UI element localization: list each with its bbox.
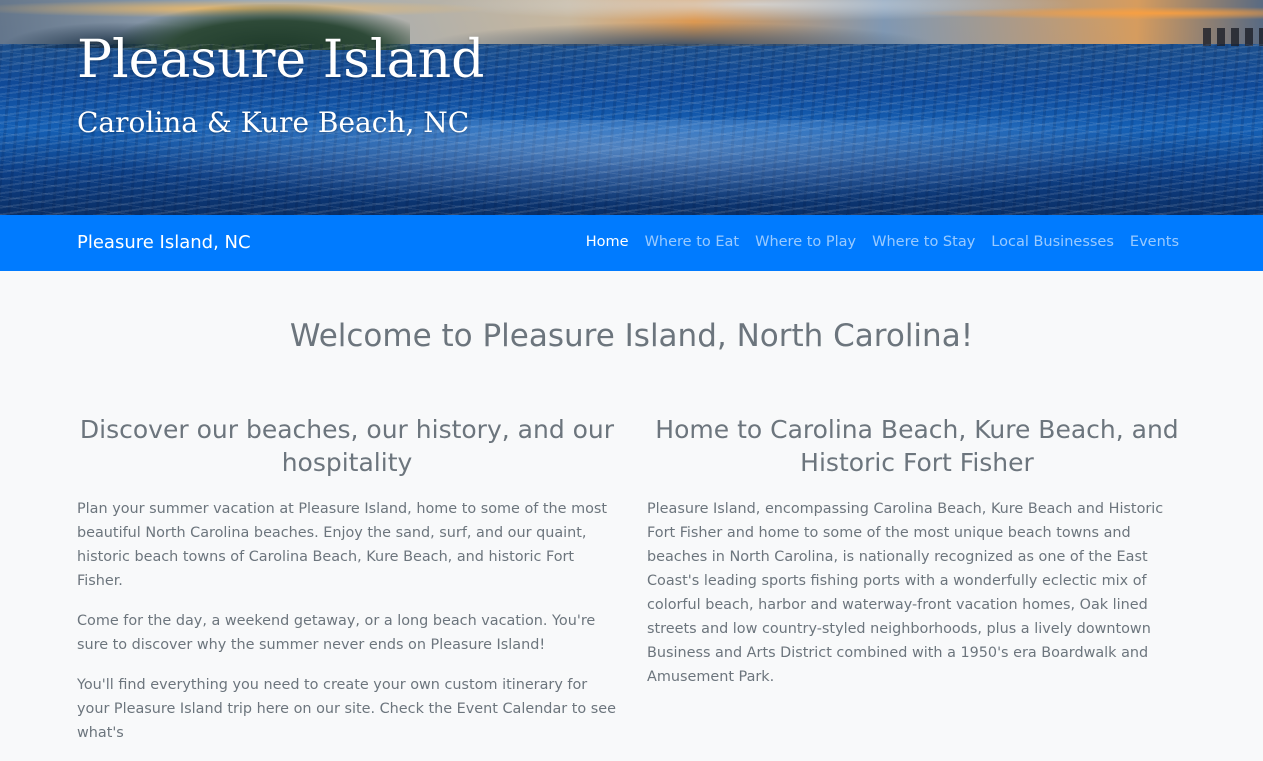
nav-item-home[interactable]: Home [586, 234, 629, 250]
nav-item-local-businesses[interactable]: Local Businesses [991, 234, 1114, 250]
nav-item-where-to-play[interactable]: Where to Play [755, 234, 856, 250]
discover-heading: Discover our beaches, our history, and o… [79, 415, 615, 477]
hero-title: Pleasure Island [77, 30, 485, 90]
nav-item-where-to-eat[interactable]: Where to Eat [645, 234, 740, 250]
nav-item-events[interactable]: Events [1130, 234, 1179, 250]
nav-links: Home Where to Eat Where to Play Where to… [586, 234, 1179, 250]
hero-banner: Pleasure Island Carolina & Kure Beach, N… [0, 0, 1263, 215]
main-navbar: Pleasure Island, NC Home Where to Eat Wh… [0, 215, 1263, 271]
nav-item-where-to-stay[interactable]: Where to Stay [872, 234, 975, 250]
home-to-paragraph: Pleasure Island, encompassing Carolina B… [647, 501, 1164, 685]
welcome-heading: Welcome to Pleasure Island, North Caroli… [289, 318, 974, 354]
discover-paragraph: Plan your summer vacation at Pleasure Is… [77, 501, 608, 589]
navbar-brand[interactable]: Pleasure Island, NC [77, 232, 251, 253]
discover-section: Discover our beaches, our history, and o… [77, 413, 617, 761]
home-to-section: Home to Carolina Beach, Kure Beach, and … [647, 413, 1187, 705]
discover-paragraph: Come for the day, a weekend getaway, or … [77, 613, 596, 653]
discover-paragraph: You'll find everything you need to creat… [77, 677, 616, 741]
home-to-heading: Home to Carolina Beach, Kure Beach, and … [655, 415, 1179, 477]
distant-hills [420, 22, 940, 46]
hero-subtitle: Carolina & Kure Beach, NC [77, 106, 470, 139]
